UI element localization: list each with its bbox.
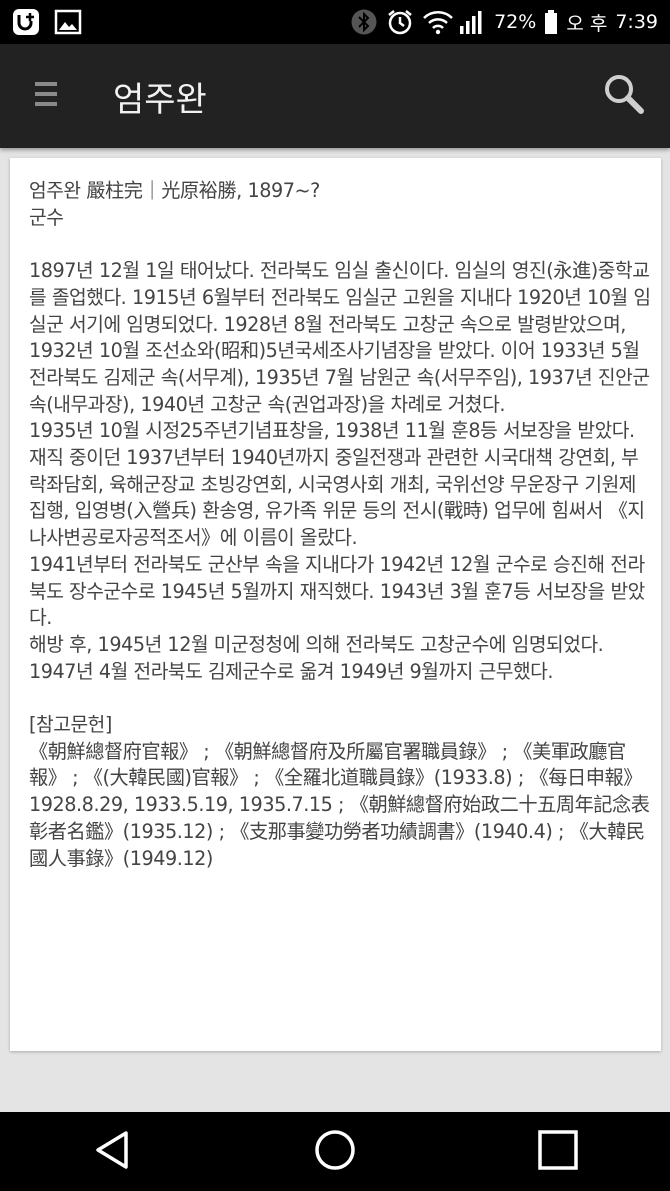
article-paragraph: 1897년 12월 1일 태어났다. 전라북도 임실 출신이다. 임실의 영진(…	[29, 259, 656, 416]
search-icon	[602, 72, 646, 120]
image-icon	[54, 8, 82, 36]
recents-button[interactable]	[513, 1117, 603, 1187]
status-left	[12, 8, 96, 36]
article-paragraph: 해방 후, 1945년 12월 미군정청에 의해 전라북도 고창군수에 임명되었…	[29, 632, 609, 683]
status-ampm: 오 후	[566, 12, 608, 35]
signal-icon	[458, 8, 486, 36]
page-title: 엄주완	[113, 79, 207, 120]
home-icon	[313, 1128, 357, 1176]
wifi-icon	[422, 8, 453, 36]
bluetooth-icon	[350, 8, 378, 36]
navigation-bar	[0, 1112, 670, 1191]
menu-button[interactable]	[16, 66, 76, 126]
article-card: 엄주완 嚴柱完｜光原裕勝, 1897~? 군수 1897년 12월 1일 태어났…	[10, 158, 661, 1051]
u-plus-icon	[12, 8, 40, 36]
back-icon	[92, 1129, 132, 1175]
article-paragraph: 1935년 10월 시정25주년기념표창을, 1938년 11월 훈8등 서보장…	[29, 419, 645, 550]
back-button[interactable]	[67, 1117, 157, 1187]
home-button[interactable]	[290, 1117, 380, 1187]
recents-icon	[537, 1129, 579, 1175]
search-button[interactable]	[598, 70, 650, 122]
battery-icon	[544, 8, 558, 36]
menu-icon	[33, 79, 59, 113]
article-header: 엄주완 嚴柱完｜光原裕勝, 1897~?	[29, 179, 320, 202]
article-paragraph: 1941년부터 전라북도 군산부 속을 지내다가 1942년 12월 군수로 승…	[29, 552, 645, 630]
status-right: 72% 오 후 7:39	[342, 8, 658, 36]
app-bar: 엄주완	[0, 44, 670, 148]
status-bar: 72% 오 후 7:39	[0, 0, 670, 44]
references-list: 《朝鮮總督府官報》 ; 《朝鮮總督府及所屬官署職員錄》 ; 《美軍政廳官報》 ;…	[29, 739, 650, 870]
battery-percent: 72%	[494, 11, 537, 33]
article-subtitle: 군수	[29, 205, 64, 229]
status-time: 7:39	[615, 11, 658, 33]
alarm-icon	[386, 8, 414, 36]
references-title: [참고문헌]	[29, 713, 112, 737]
